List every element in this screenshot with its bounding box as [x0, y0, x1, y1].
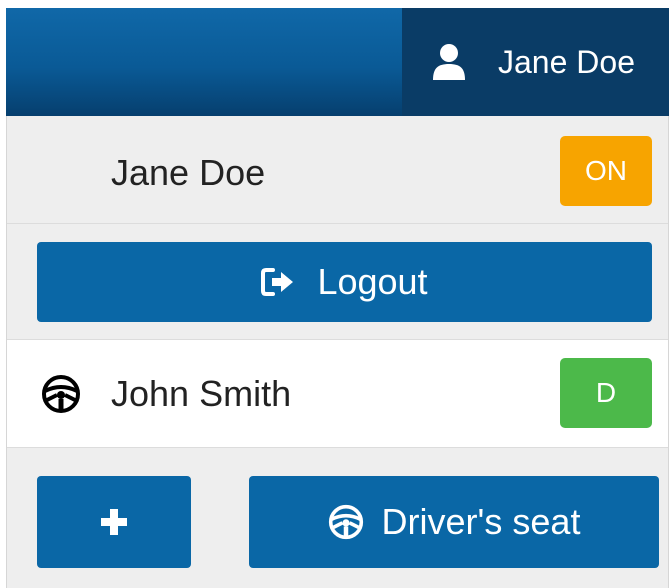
- current-user-row: Jane Doe ON: [7, 116, 668, 224]
- logout-button[interactable]: Logout: [37, 242, 652, 322]
- user-menu-toggle[interactable]: Jane Doe: [402, 8, 669, 116]
- drivers-seat-label: Driver's seat: [381, 501, 581, 542]
- plus-icon: [101, 509, 127, 535]
- add-button[interactable]: [37, 476, 191, 568]
- driver-row: John Smith D: [7, 340, 668, 448]
- driver-badge: D: [560, 358, 652, 428]
- logout-label: Logout: [317, 261, 428, 302]
- actions-row: Driver's seat: [7, 448, 668, 588]
- top-navbar: Jane Doe: [6, 8, 669, 116]
- current-user-name: Jane Doe: [111, 152, 266, 193]
- logout-row: Logout: [7, 224, 668, 340]
- user-dropdown-panel: Jane Doe ON Logout John Smith D Driver's…: [6, 116, 669, 588]
- drivers-seat-button[interactable]: Driver's seat: [249, 476, 659, 568]
- navbar-user-name: Jane Doe: [498, 43, 635, 80]
- status-badge: ON: [560, 136, 652, 206]
- steering-wheel-icon: [42, 375, 80, 413]
- user-icon: [433, 44, 465, 80]
- steering-wheel-icon: [328, 504, 363, 540]
- sign-out-icon: [261, 268, 294, 296]
- driver-name: John Smith: [111, 373, 292, 414]
- app-frame: Jane Doe Jane Doe ON Logout John Smith D…: [0, 0, 669, 588]
